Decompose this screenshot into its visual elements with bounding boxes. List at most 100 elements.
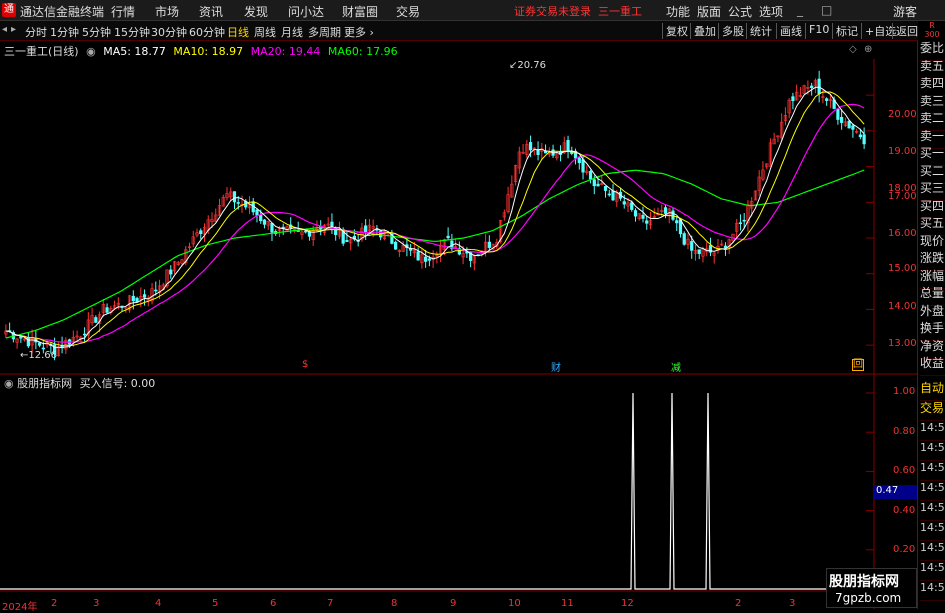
arrow-left-icon[interactable]: ◂ bbox=[2, 24, 7, 35]
price-tick: 14.00 bbox=[888, 301, 917, 312]
login-notice[interactable]: 证券交易未登录 三一重工 bbox=[514, 3, 642, 19]
trade-time[interactable]: 14:56 bbox=[920, 421, 945, 441]
button-back[interactable]: 返回 bbox=[892, 23, 921, 39]
candle-body bbox=[424, 256, 428, 262]
candle-body bbox=[862, 134, 866, 145]
candle-body bbox=[622, 201, 626, 205]
candle-body bbox=[255, 209, 259, 216]
menu-item-market[interactable]: 行情 bbox=[111, 3, 135, 20]
tab-5min[interactable]: 5分钟 bbox=[82, 24, 111, 40]
signal-tick: 0.20 bbox=[893, 544, 916, 555]
maximize-icon[interactable]: □ bbox=[821, 3, 832, 17]
candle-body bbox=[825, 98, 829, 101]
candle-body bbox=[671, 210, 675, 220]
trade-time[interactable]: 14:56 bbox=[920, 521, 945, 541]
candle-body bbox=[791, 96, 795, 101]
date-tick: 5 bbox=[212, 598, 219, 609]
candle-body bbox=[345, 240, 349, 242]
button-draw[interactable]: 画线 bbox=[776, 23, 805, 39]
candle-body bbox=[26, 337, 30, 347]
quote-row-label[interactable]: 收益 bbox=[920, 356, 945, 376]
candle-body bbox=[528, 142, 533, 151]
settings-icon[interactable]: ◉ bbox=[4, 377, 14, 390]
menu-item-discover[interactable]: 发现 bbox=[244, 3, 268, 20]
candle-body bbox=[645, 220, 649, 224]
trade-time[interactable]: 14:56 bbox=[920, 581, 945, 601]
tab-multi-period[interactable]: 多周期 bbox=[308, 24, 341, 40]
candle-body bbox=[817, 78, 821, 95]
ma5-line bbox=[5, 86, 865, 348]
menu-item-trade[interactable]: 交易 bbox=[396, 3, 420, 20]
tab-daily[interactable]: 日线 bbox=[227, 24, 249, 40]
trade-time[interactable]: 14:56 bbox=[920, 561, 945, 581]
candle-body bbox=[135, 297, 139, 303]
menu-item-news[interactable]: 资讯 bbox=[199, 3, 223, 20]
button-mark[interactable]: 标记 bbox=[832, 23, 861, 39]
menu-item-formula[interactable]: 公式 bbox=[728, 3, 752, 20]
menu-item-function[interactable]: 功能 bbox=[666, 3, 690, 20]
candle-body bbox=[697, 249, 701, 254]
candle-body bbox=[577, 157, 581, 163]
candle-body bbox=[259, 214, 263, 222]
button-overlay[interactable]: 叠加 bbox=[690, 23, 719, 39]
auto-trade-label[interactable]: 自动 bbox=[920, 381, 945, 401]
price-tick: 19.00 bbox=[888, 146, 917, 157]
candle-body bbox=[105, 307, 109, 313]
candle-body bbox=[236, 202, 240, 204]
candle-body bbox=[142, 294, 147, 298]
ma10-line bbox=[5, 91, 865, 347]
tab-monthly[interactable]: 月线 bbox=[281, 24, 303, 40]
candle-body bbox=[836, 108, 840, 120]
arrow-right-icon[interactable]: ▸ bbox=[11, 24, 16, 35]
cursor-value-badge: 0.47 bbox=[874, 485, 917, 499]
trade-time[interactable]: 14:56 bbox=[920, 501, 945, 521]
candle-body bbox=[487, 241, 491, 248]
price-tick: 20.00 bbox=[888, 109, 917, 120]
trade-time[interactable]: 14:56 bbox=[920, 481, 945, 501]
minimize-icon[interactable]: _ bbox=[797, 3, 803, 17]
candle-body bbox=[416, 251, 420, 261]
button-multi-stock[interactable]: 多股 bbox=[718, 23, 747, 39]
candle-body bbox=[633, 210, 638, 217]
buy-signal-line bbox=[0, 392, 866, 590]
candle-body bbox=[810, 85, 814, 89]
candle-body bbox=[364, 225, 368, 233]
tab-60min[interactable]: 60分钟 bbox=[189, 24, 225, 40]
tab-1min[interactable]: 1分钟 bbox=[50, 24, 79, 40]
event-marker-buyback[interactable]: 回 bbox=[852, 359, 864, 371]
date-tick: 2 bbox=[51, 598, 58, 609]
app-title: 通达信金融终端 bbox=[20, 5, 105, 19]
tab-30min[interactable]: 30分钟 bbox=[151, 24, 187, 40]
tab-more[interactable]: 更多 › bbox=[344, 24, 374, 40]
event-marker-reduce[interactable]: 减 bbox=[671, 359, 681, 374]
event-marker-finance[interactable]: 财 bbox=[551, 359, 561, 374]
trade-time[interactable]: 14:56 bbox=[920, 461, 945, 481]
button-stats[interactable]: 统计 bbox=[746, 23, 775, 39]
trade-time[interactable]: 14:56 bbox=[920, 441, 945, 461]
tab-intraday[interactable]: 分时 bbox=[25, 24, 47, 40]
quote-side-panel: R 300 委比 卖五 卖四 卖三 卖二 卖一 买一 买二 买三 买四 买五 现价 涨跌 涨幅 总量 外盘 换手净… bbox=[917, 21, 945, 609]
auto-trade-label[interactable]: 交易 bbox=[920, 401, 945, 421]
price-tick: 17.00 bbox=[888, 191, 917, 202]
date-tick: 12 bbox=[621, 598, 634, 609]
kline-chart[interactable] bbox=[0, 41, 917, 609]
candle-body bbox=[588, 171, 593, 180]
date-tick: 3 bbox=[789, 598, 796, 609]
guest-label[interactable]: 游客 bbox=[893, 3, 917, 20]
button-f10[interactable]: F10 bbox=[805, 23, 832, 39]
candle-body bbox=[690, 241, 694, 251]
menu-item-layout[interactable]: 版面 bbox=[697, 3, 721, 20]
menu-item-exchange[interactable]: 市场 bbox=[155, 3, 179, 20]
menu-item-options[interactable]: 选项 bbox=[759, 3, 783, 20]
candle-body bbox=[131, 295, 135, 302]
candle-body bbox=[675, 220, 679, 224]
tab-15min[interactable]: 15分钟 bbox=[114, 24, 150, 40]
button-adjust[interactable]: 复权 bbox=[662, 23, 691, 39]
menu-item-wealth[interactable]: 财富圈 bbox=[342, 3, 378, 20]
menu-item-ask[interactable]: 问小达 bbox=[288, 3, 324, 20]
signal-tick: 0.40 bbox=[893, 505, 916, 516]
tab-weekly[interactable]: 周线 bbox=[254, 24, 276, 40]
r-tag[interactable]: R 300 bbox=[918, 21, 945, 41]
trade-time[interactable]: 14:56 bbox=[920, 541, 945, 561]
event-marker-dividend[interactable]: $ bbox=[302, 359, 308, 370]
